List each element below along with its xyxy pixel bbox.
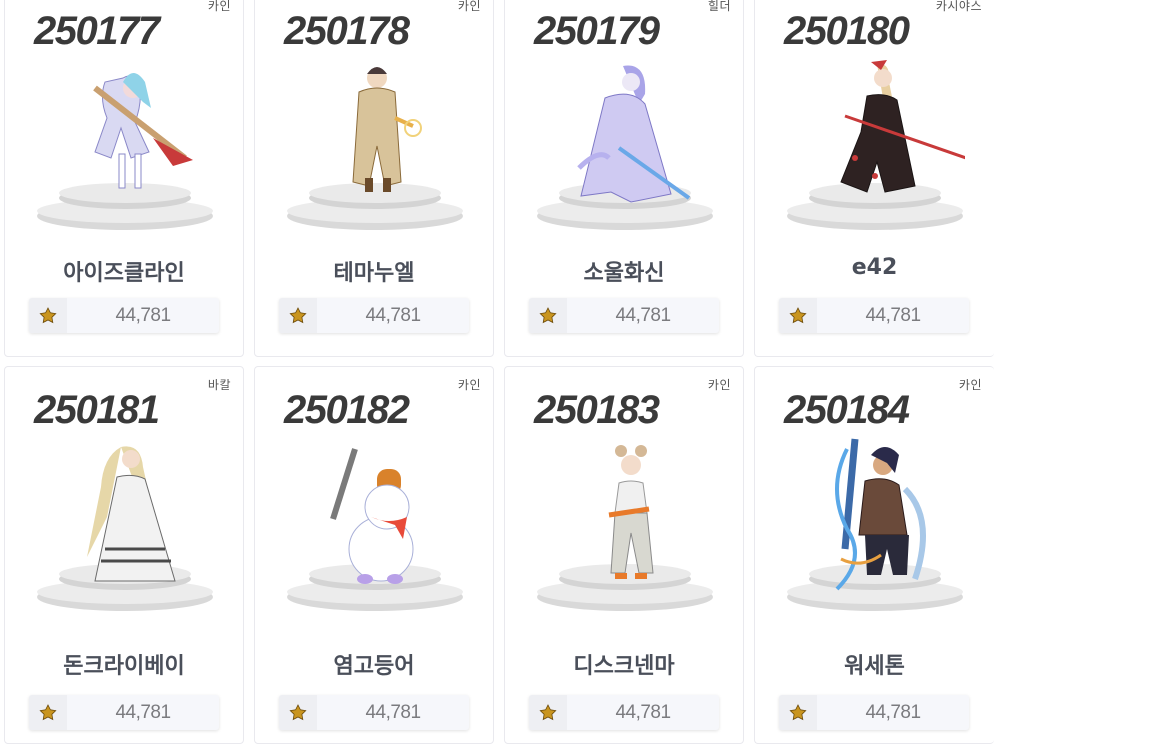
score-box: 44,781 bbox=[29, 298, 219, 333]
character-card[interactable]: 카인 250178 테마누엘 44,781 bbox=[254, 0, 494, 357]
character-name: e42 bbox=[851, 255, 898, 280]
gold-medal-icon bbox=[29, 298, 67, 333]
character-ranking-grid: 카인 250177 아이즈클라인 44,781 카인 250178 테마누엘 4… bbox=[0, 0, 994, 749]
server-label: 힐더 bbox=[707, 0, 731, 13]
score-box: 44,781 bbox=[29, 695, 219, 730]
character-card[interactable]: 바칼 250181 돈크라이베이 44,781 bbox=[4, 366, 244, 744]
character-portrait bbox=[785, 429, 965, 619]
character-card[interactable]: 카인 250183 디스크넨마 44,781 bbox=[504, 366, 744, 744]
score-value: 44,781 bbox=[615, 701, 671, 723]
character-card[interactable]: 카시야스 250180 e42 44,781 bbox=[754, 0, 994, 357]
server-label: 카인 bbox=[958, 378, 982, 392]
character-name: 워세톤 bbox=[844, 654, 905, 679]
gold-medal-icon bbox=[529, 695, 567, 730]
gold-medal-icon bbox=[279, 695, 317, 730]
character-portrait bbox=[35, 48, 215, 238]
server-label: 카인 bbox=[457, 0, 481, 13]
gold-medal-icon bbox=[529, 298, 567, 333]
character-name: 디스크넨마 bbox=[573, 654, 675, 679]
gold-medal-icon bbox=[279, 298, 317, 333]
score-value: 44,781 bbox=[365, 304, 421, 326]
score-value: 44,781 bbox=[115, 701, 171, 723]
character-card[interactable]: 카인 250184 워세톤 44,781 bbox=[754, 366, 994, 744]
score-box: 44,781 bbox=[529, 298, 719, 333]
score-value: 44,781 bbox=[865, 701, 921, 723]
gold-medal-icon bbox=[779, 695, 817, 730]
server-label: 카시야스 bbox=[935, 0, 982, 13]
character-name: 염고등어 bbox=[333, 654, 415, 679]
score-value: 44,781 bbox=[115, 304, 171, 326]
score-box: 44,781 bbox=[279, 298, 469, 333]
rank-number: 250182 bbox=[284, 388, 410, 432]
server-label: 카인 bbox=[457, 378, 481, 392]
character-portrait bbox=[285, 429, 465, 619]
score-value: 44,781 bbox=[365, 701, 421, 723]
character-portrait bbox=[285, 48, 465, 238]
character-portrait bbox=[535, 48, 715, 238]
character-name: 아이즈클라인 bbox=[63, 261, 185, 286]
character-portrait bbox=[35, 429, 215, 619]
character-portrait bbox=[785, 48, 965, 238]
character-card[interactable]: 카인 250177 아이즈클라인 44,781 bbox=[4, 0, 244, 357]
character-name: 테마누엘 bbox=[333, 261, 415, 286]
gold-medal-icon bbox=[779, 298, 817, 333]
score-value: 44,781 bbox=[865, 304, 921, 326]
character-name: 소울화신 bbox=[583, 261, 665, 286]
score-box: 44,781 bbox=[779, 298, 969, 333]
character-portrait bbox=[535, 429, 715, 619]
rank-number: 250181 bbox=[34, 388, 160, 432]
rank-number: 250184 bbox=[784, 388, 910, 432]
character-card[interactable]: 힐더 250179 소울화신 44,781 bbox=[504, 0, 744, 357]
score-box: 44,781 bbox=[529, 695, 719, 730]
character-card[interactable]: 카인 250182 염고등어 44,781 bbox=[254, 366, 494, 744]
server-label: 카인 bbox=[207, 0, 231, 13]
character-name: 돈크라이베이 bbox=[63, 654, 185, 679]
server-label: 바칼 bbox=[207, 378, 231, 392]
rank-number: 250183 bbox=[534, 388, 660, 432]
score-box: 44,781 bbox=[779, 695, 969, 730]
gold-medal-icon bbox=[29, 695, 67, 730]
score-value: 44,781 bbox=[615, 304, 671, 326]
server-label: 카인 bbox=[707, 378, 731, 392]
score-box: 44,781 bbox=[279, 695, 469, 730]
